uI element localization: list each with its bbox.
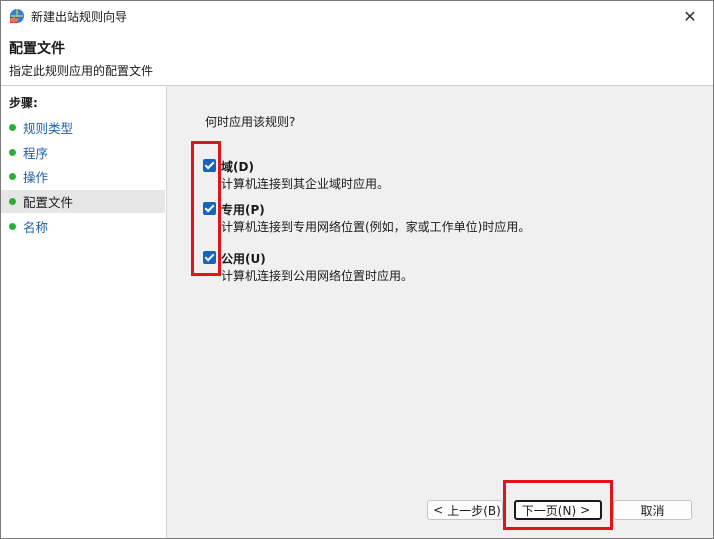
page-title: 配置文件 [9,41,65,57]
sidebar-item-rule-type[interactable]: 规则类型 [1,116,165,139]
firewall-icon [9,8,25,24]
sidebar-item-program[interactable]: 程序 [1,141,165,164]
title-bar: 新建出站规则向导 ✕ [1,1,713,31]
question-label: 何时应用该规则? [205,115,296,129]
wizard-window: 新建出站规则向导 ✕ 配置文件 指定此规则应用的配置文件 步骤: 规则类型 程序… [0,0,714,539]
back-button[interactable]: < 上一步(B) [427,500,503,520]
window-title: 新建出站规则向导 [31,9,128,24]
domain-description: 计算机连接到其企业域时应用。 [221,177,390,191]
wizard-header: 配置文件 指定此规则应用的配置文件 [1,31,713,86]
sidebar-item-label: 配置文件 [23,195,74,210]
step-dot-icon [9,149,16,156]
step-dot-icon [9,198,16,205]
sidebar-item-label: 程序 [23,146,49,161]
steps-sidebar: 步骤: 规则类型 程序 操作 配置文件 名称 [1,86,167,538]
sidebar-item-profile[interactable]: 配置文件 [1,190,165,213]
public-description: 计算机连接到公用网络位置时应用。 [221,269,414,283]
step-dot-icon [9,173,16,180]
domain-label[interactable]: 域(D) [221,158,254,175]
public-label[interactable]: 公用(U) [221,250,266,267]
cancel-button-label: 取消 [640,503,665,518]
steps-label: 步骤: [9,96,38,110]
close-button[interactable]: ✕ [667,1,713,31]
sidebar-item-action[interactable]: 操作 [1,165,165,188]
page-subtitle: 指定此规则应用的配置文件 [9,64,154,78]
private-description: 计算机连接到专用网络位置(例如，家或工作单位)时应用。 [221,220,531,234]
sidebar-item-label: 名称 [23,220,49,235]
close-icon: ✕ [683,6,697,26]
cancel-button[interactable]: 取消 [613,500,692,520]
chevron-left-icon: < [433,503,444,517]
next-button-highlight-box [503,480,613,530]
private-label[interactable]: 专用(P) [221,201,265,218]
main-content: 何时应用该规则? 域(D) 计算机连接到其企业域时应用。 专用(P) 计算机连接… [167,86,713,538]
sidebar-item-label: 操作 [23,170,49,185]
back-button-label: 上一步(B) [447,503,501,518]
step-dot-icon [9,124,16,131]
sidebar-item-label: 规则类型 [23,121,74,136]
step-dot-icon [9,223,16,230]
sidebar-item-name[interactable]: 名称 [1,215,165,238]
checkbox-highlight-box [191,141,221,276]
